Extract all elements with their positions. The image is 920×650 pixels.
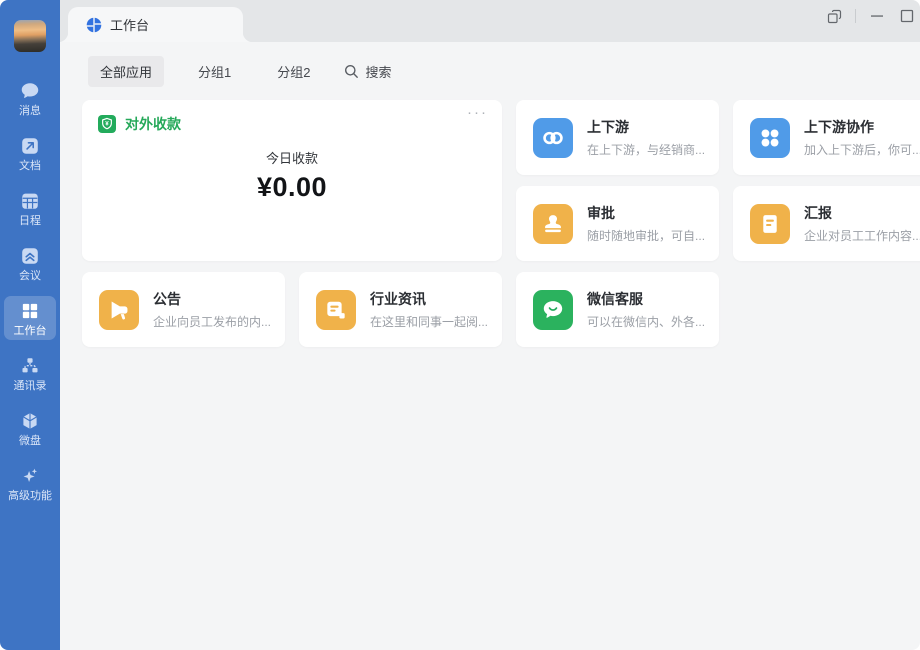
sidebar-item-label: 文档 <box>19 160 41 172</box>
sidebar-item-label: 高级功能 <box>8 490 52 502</box>
app-card-6[interactable]: 行业资讯 在这里和同事一起阅... <box>299 272 502 347</box>
app-name: 上下游 <box>587 117 705 137</box>
report-doc-icon <box>750 204 790 244</box>
popout-window-icon[interactable] <box>819 5 849 27</box>
search-icon <box>344 64 359 79</box>
chat-bubble-icon <box>19 80 41 102</box>
workbench-logo-icon <box>86 17 102 33</box>
maximize-icon[interactable] <box>892 5 920 27</box>
megaphone-icon <box>99 290 139 330</box>
tab-bar: 工作台 <box>60 0 920 42</box>
app-card-4[interactable]: 汇报 企业对员工工作内容... <box>733 186 920 261</box>
search-label: 搜索 <box>365 62 391 81</box>
svg-text:¥: ¥ <box>105 121 109 128</box>
filter-tab-1[interactable]: 全部应用 <box>88 56 164 87</box>
app-description: 企业对员工工作内容... <box>804 227 920 244</box>
app-name: 微信客服 <box>587 289 705 309</box>
sidebar: 消息 文档 日程 会议 工作台 通讯录 微盘 高级功能 <box>0 0 60 650</box>
payment-stat-value: ¥0.00 <box>82 172 502 203</box>
app-filter-row: 全部应用分组1 分组2 搜索 <box>60 42 920 87</box>
sidebar-item-label: 消息 <box>19 105 41 117</box>
sidebar-item-7[interactable]: 微盘 <box>4 406 56 450</box>
app-grid: ¥ 对外收款 ··· 今日收款 ¥0.00 上下游 在上下游，与经销商 <box>82 100 920 347</box>
filter-tab-3[interactable]: 分组2 <box>265 56 322 87</box>
tab-label: 工作台 <box>110 15 149 34</box>
app-description: 在上下游，与经销商... <box>587 141 705 158</box>
user-avatar[interactable] <box>14 20 46 52</box>
payment-card[interactable]: ¥ 对外收款 ··· 今日收款 ¥0.00 <box>82 100 502 261</box>
app-card-1[interactable]: 上下游 在上下游，与经销商... <box>516 100 719 175</box>
app-card-3[interactable]: 审批 随时随地审批，可自... <box>516 186 719 261</box>
sidebar-item-label: 工作台 <box>14 325 47 337</box>
four-dots-icon <box>750 118 790 158</box>
sidebar-item-2[interactable]: 文档 <box>4 131 56 175</box>
payment-card-header: ¥ 对外收款 <box>98 114 486 134</box>
payment-stat: 今日收款 ¥0.00 <box>82 148 502 203</box>
sidebar-item-3[interactable]: 日程 <box>4 186 56 230</box>
sidebar-item-label: 日程 <box>19 215 41 227</box>
sidebar-item-8[interactable]: 高级功能 <box>4 461 56 505</box>
app-card-2[interactable]: 上下游协作 加入上下游后，你可... <box>733 100 920 175</box>
app-description: 在这里和同事一起阅... <box>370 313 488 330</box>
meeting-icon <box>19 245 41 267</box>
app-card-5[interactable]: 公告 企业向员工发布的内... <box>82 272 285 347</box>
payment-stat-label: 今日收款 <box>82 148 502 167</box>
app-name: 行业资讯 <box>370 289 488 309</box>
sidebar-item-6[interactable]: 通讯录 <box>4 351 56 395</box>
app-description: 加入上下游后，你可... <box>804 141 920 158</box>
calendar-icon <box>19 190 41 212</box>
stamp-icon <box>533 204 573 244</box>
payment-card-title: 对外收款 <box>125 114 181 134</box>
document-icon <box>19 135 41 157</box>
sidebar-item-5[interactable]: 工作台 <box>4 296 56 340</box>
app-description: 随时随地审批，可自... <box>587 227 705 244</box>
news-icon <box>316 290 356 330</box>
app-name: 汇报 <box>804 203 920 223</box>
controls-divider <box>855 9 856 23</box>
sidebar-item-label: 微盘 <box>19 435 41 447</box>
sparkle-icon <box>19 465 41 487</box>
workbench-grid-icon <box>19 300 41 322</box>
window-controls <box>819 5 920 27</box>
sidebar-item-label: 会议 <box>19 270 41 282</box>
wecom-window: 消息 文档 日程 会议 工作台 通讯录 微盘 高级功能 <box>0 0 920 650</box>
main-area: 工作台 <box>60 0 920 650</box>
shield-yuan-icon: ¥ <box>98 115 116 133</box>
more-options-icon[interactable]: ··· <box>467 104 488 121</box>
app-name: 审批 <box>587 203 705 223</box>
app-description: 可以在微信内、外各... <box>587 313 705 330</box>
sidebar-item-label: 通讯录 <box>14 380 47 392</box>
app-description: 企业向员工发布的内... <box>153 313 271 330</box>
chat-service-icon <box>533 290 573 330</box>
org-chart-icon <box>19 355 41 377</box>
tab-workbench[interactable]: 工作台 <box>68 7 243 42</box>
search-button[interactable]: 搜索 <box>344 62 391 81</box>
link-rings-icon <box>533 118 573 158</box>
app-card-7[interactable]: 微信客服 可以在微信内、外各... <box>516 272 719 347</box>
filter-tab-2[interactable]: 分组1 <box>186 56 243 87</box>
sidebar-item-4[interactable]: 会议 <box>4 241 56 285</box>
app-name: 公告 <box>153 289 271 309</box>
sidebar-item-1[interactable]: 消息 <box>4 76 56 120</box>
drive-cube-icon <box>19 410 41 432</box>
minimize-icon[interactable] <box>862 5 892 27</box>
app-name: 上下游协作 <box>804 117 920 137</box>
